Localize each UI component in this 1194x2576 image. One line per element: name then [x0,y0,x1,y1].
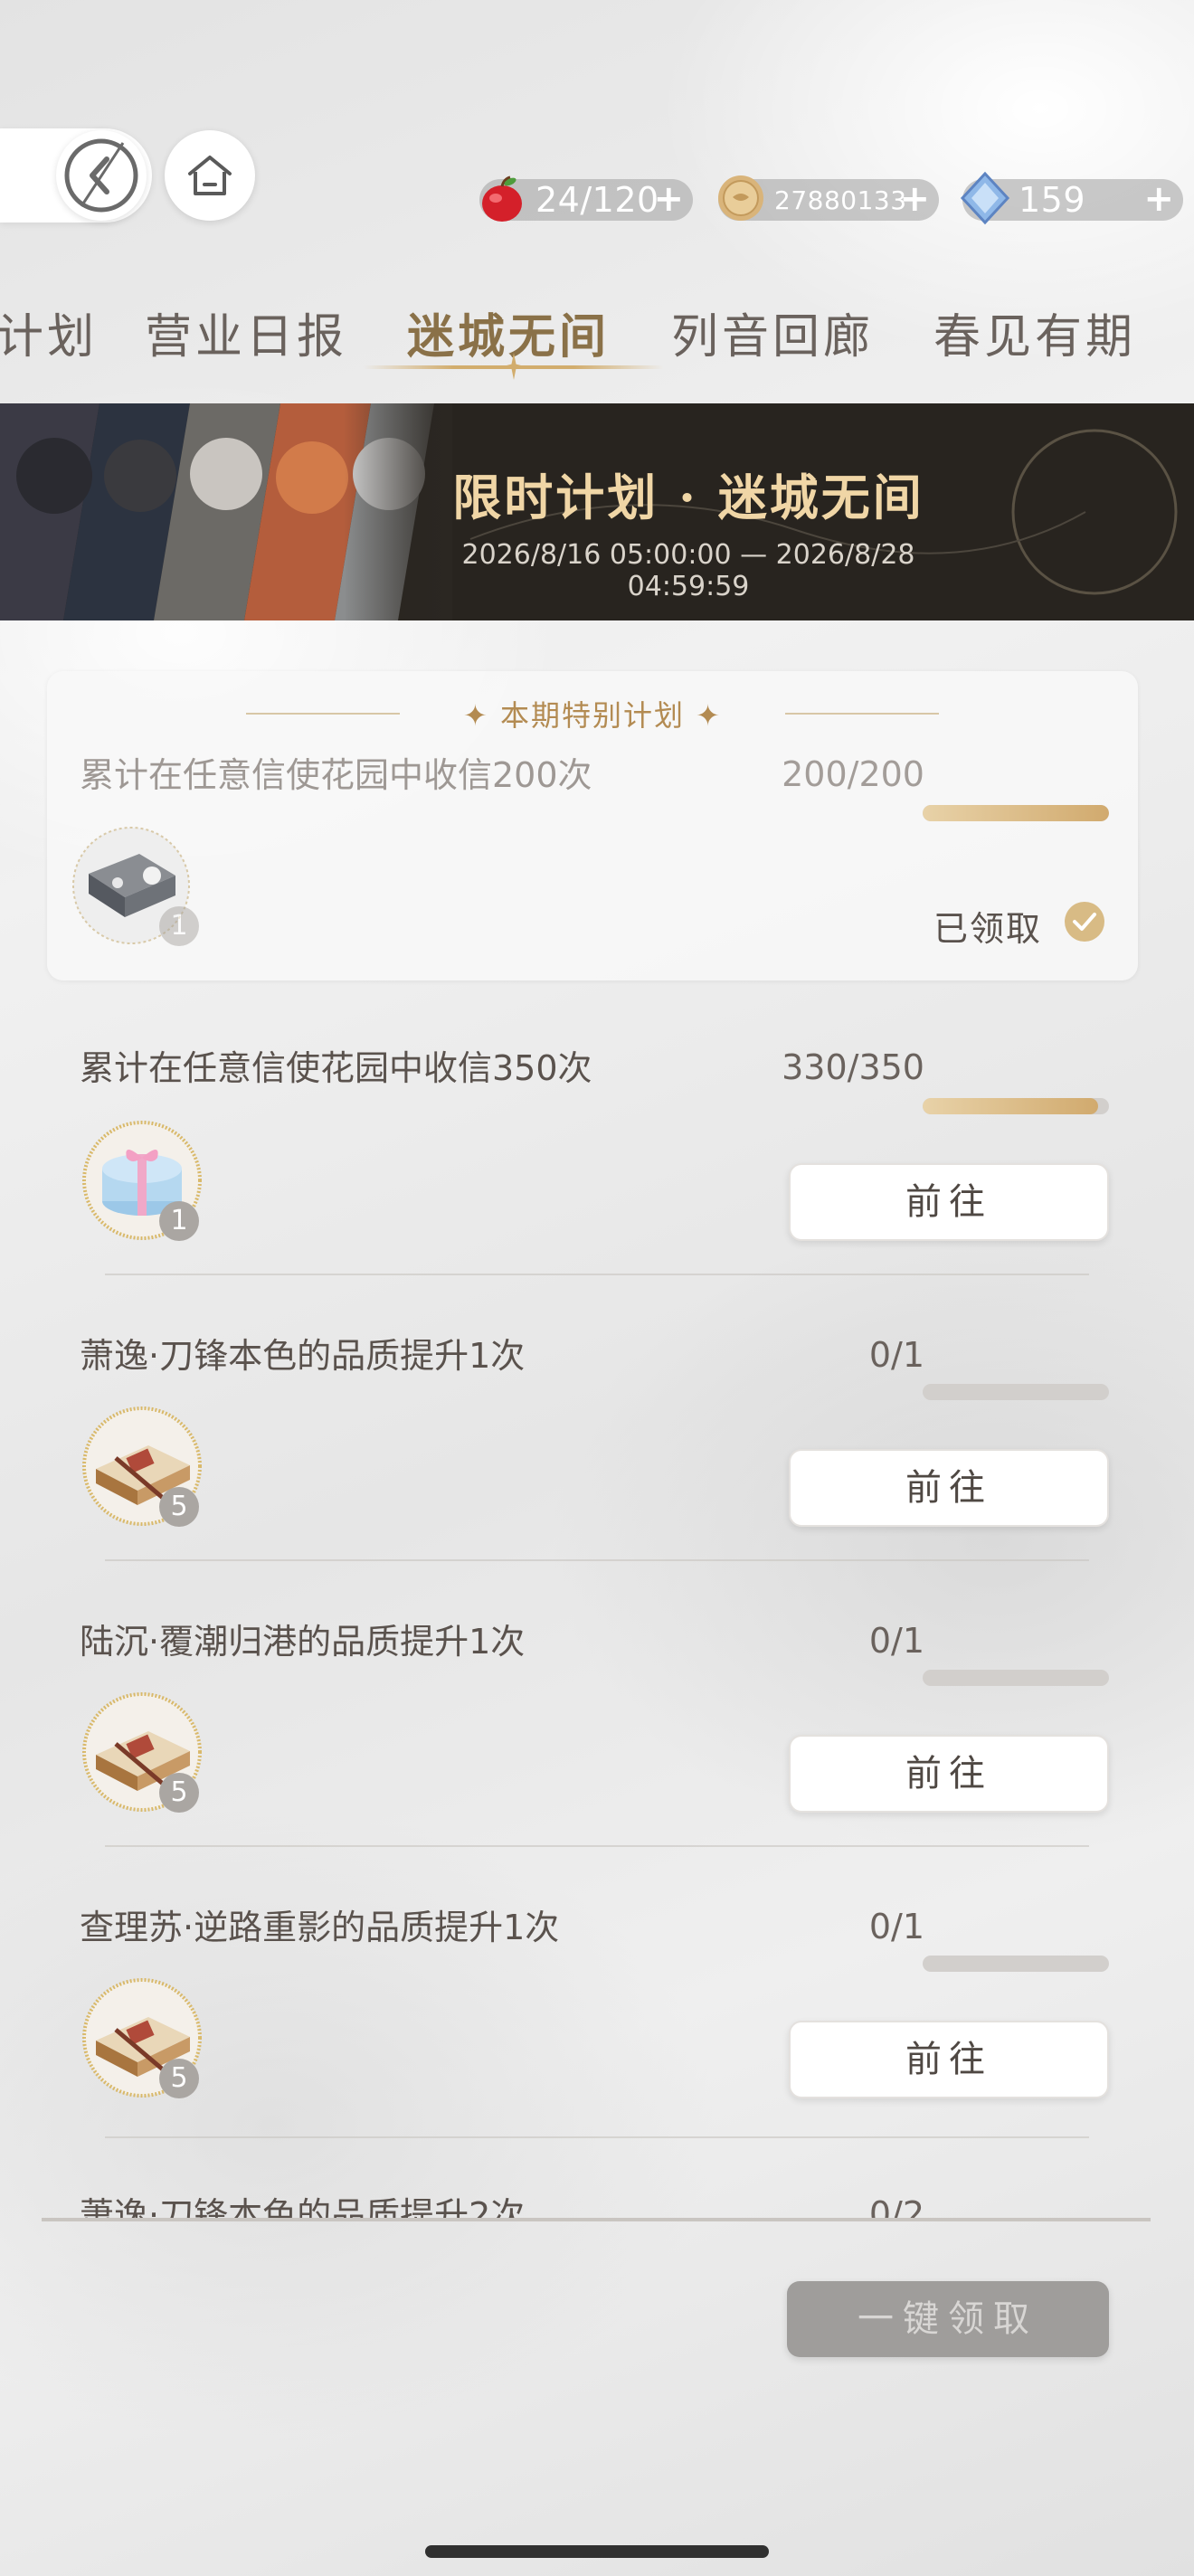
tab-star-icon [503,353,525,380]
task-progress-bar [923,1384,1109,1400]
crystal-add-button[interactable]: + [1143,180,1174,218]
task-reward-count: 5 [159,1487,199,1527]
special-task-title: 累计在任意信使花园中收信200次 [80,755,592,795]
banner-title: 限时计划 · 迷城无间 [452,469,924,526]
special-plan-card: ✦ 本期特别计划 ✦ 累计在任意信使花园中收信200次 200/200 1 已领… [47,671,1138,980]
task-divider [105,1559,1089,1561]
task-progress-fill [923,1098,1099,1114]
tab-bar: 计划 营业日报 迷城无间 列音回廊 春见有期 [0,291,1194,380]
stamina-value: 24/120 [535,180,659,220]
tab-lie-yin-hui-lang[interactable]: 列音回廊 [671,298,874,366]
gold-add-button[interactable]: + [899,180,930,218]
resource-gold: 27880133 + [718,175,939,221]
go-button[interactable]: 前往 [789,1163,1109,1241]
resource-crystal: 159 + [960,171,1183,225]
go-button[interactable]: 前往 [789,1449,1109,1527]
stamina-add-button[interactable]: + [653,180,684,218]
gold-coin-icon [718,175,763,221]
task-progress-text: 0/1 [868,1907,924,1946]
go-button[interactable]: 前往 [789,2021,1109,2098]
back-button[interactable] [56,130,147,221]
task-progress-bar [923,1956,1109,1972]
task-list[interactable]: 累计在任意信使花园中收信350次 330/350 1 前往 萧逸·刀锋本色的品质… [0,995,1194,2218]
task-progress-bar [923,1670,1109,1686]
task-divider [105,2136,1089,2138]
special-task-progress-fill [923,805,1109,821]
task-progress-bar [923,1098,1109,1114]
task-reward-count: 5 [159,2059,199,2098]
checkmark-icon [1065,902,1104,942]
claim-all-button[interactable]: 一键领取 [787,2281,1109,2357]
task-reward-count: 1 [159,1201,199,1241]
tab-chun-jian-you-qi[interactable]: 春见有期 [933,298,1136,366]
home-icon [188,156,232,195]
event-banner: 限时计划 · 迷城无间 2026/8/16 05:00:00 — 2026/8/… [0,403,1194,620]
special-task-progress-bar [923,805,1109,821]
resource-stamina: 24/120 + [479,175,693,222]
special-plan-header: ✦ 本期特别计划 ✦ [47,693,1138,733]
task-divider [105,1845,1089,1847]
tab-plan[interactable]: 计划 [0,298,98,366]
back-arrow-icon [64,138,138,213]
task-title: 查理苏·逆路重影的品质提升1次 [80,1908,560,1947]
task-title: 陆沉·覆潮归港的品质提升1次 [80,1622,526,1662]
task-title: 萧逸·刀锋本色的品质提升2次 [80,2195,526,2218]
special-task-progress: 200/200 [782,754,924,794]
list-bottom-divider [42,2218,1151,2221]
red-apple-icon [482,175,522,222]
special-reward-count: 1 [159,906,199,946]
task-divider [105,1274,1089,1275]
crystal-value: 159 [1019,180,1086,220]
banner-dates: 2026/8/16 05:00:00 — 2026/8/28 04:59:59 [461,539,915,602]
home-button[interactable] [165,130,255,221]
tab-daily-report[interactable]: 营业日报 [145,298,347,366]
task-progress-text: 330/350 [782,1047,924,1087]
home-indicator[interactable] [425,2545,769,2558]
task-progress-text: 0/2 [868,2194,924,2218]
special-plan-heading: ✦ 本期特别计划 ✦ [463,698,722,733]
gold-value: 27880133 [774,185,907,215]
go-button[interactable]: 前往 [789,1735,1109,1813]
claimed-status: 已领取 [933,909,1043,949]
task-reward-count: 5 [159,1773,199,1813]
task-progress-text: 0/1 [868,1621,924,1661]
blue-crystal-icon [960,171,1010,225]
task-title: 萧逸·刀锋本色的品质提升1次 [80,1336,526,1376]
task-title: 累计在任意信使花园中收信350次 [80,1048,592,1088]
task-progress-text: 0/1 [868,1335,924,1375]
